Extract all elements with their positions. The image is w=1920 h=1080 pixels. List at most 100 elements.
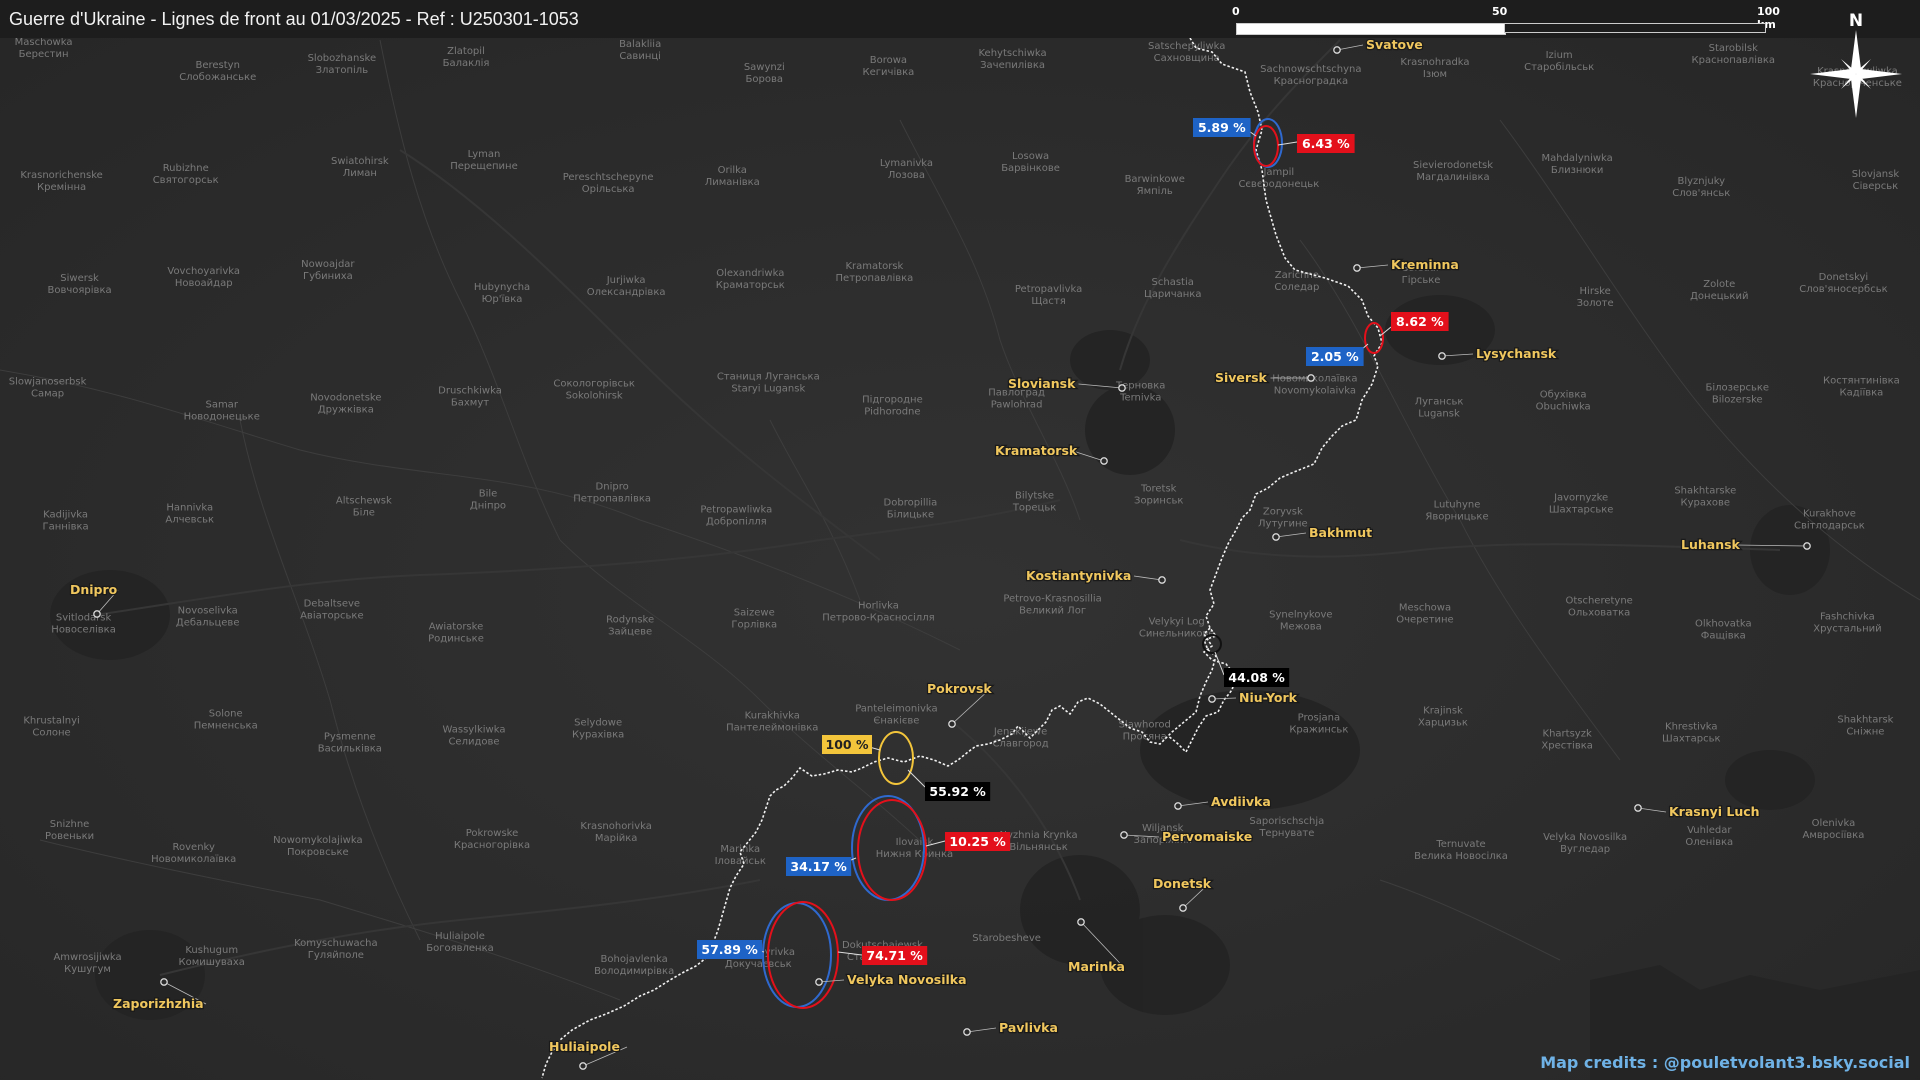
basemap-label: Barwinkowe <box>1125 174 1185 185</box>
basemap-label: Красногорівка <box>454 839 530 851</box>
basemap-label: Шахтарськ <box>1662 734 1720 745</box>
basemap-label: Оленівка <box>1685 836 1733 848</box>
basemap-label: Кадіївка <box>1840 386 1884 398</box>
percent-badge-blue: 2.05 % <box>1306 347 1364 366</box>
basemap-label: Кушугум <box>64 964 111 975</box>
basemap-label: Balakliia <box>619 39 661 50</box>
map-canvas[interactable]: MaschowkaБерестин BerestynСлобожанське Slo… <box>0 0 1920 1080</box>
basemap-label: Krasnorichenske <box>20 170 102 181</box>
basemap-label: Otscheretyne <box>1565 596 1632 607</box>
city-label: Donetsk <box>1153 876 1212 891</box>
basemap-label: Обухівка <box>1540 388 1587 400</box>
basemap-label: Staryi Lugansk <box>731 383 805 394</box>
basemap-label: Slowjanoserbsk <box>9 376 87 387</box>
basemap-label: Velykyi Log <box>1149 617 1205 628</box>
basemap-label: Wassylkiwka <box>443 725 506 736</box>
basemap-label: Kadijivka <box>43 509 88 520</box>
city-marker <box>815 978 823 986</box>
percent-badge-red: 8.62 % <box>1391 312 1449 331</box>
basemap-label: Hannivka <box>166 502 213 513</box>
basemap-label: Алчевськ <box>165 514 214 525</box>
basemap-label: Horlivka <box>858 601 899 612</box>
map-title: Guerre d'Ukraine - Lignes de front au 01… <box>9 9 579 29</box>
city-label: Huliaipole <box>549 1039 620 1054</box>
city-marker <box>1634 804 1642 812</box>
basemap-label: Pysmenne <box>324 732 376 743</box>
basemap-label: Novodonetske <box>310 392 381 403</box>
basemap-label: Магдалинівка <box>1416 171 1489 183</box>
basemap-label: Khrustalnyi <box>23 716 79 727</box>
basemap-label: Bile <box>479 488 498 499</box>
city-label: Pokrovsk <box>927 681 992 696</box>
basemap-label: Sawynzi <box>744 62 785 73</box>
percent-badge-text: 2.05 % <box>1311 349 1359 364</box>
basemap-label: Starobilsk <box>1709 43 1759 54</box>
basemap-label: Rubizhne <box>163 163 209 174</box>
city-marker <box>1333 46 1341 54</box>
basemap-label: Перещепине <box>450 161 517 172</box>
basemap-label: Савинці <box>619 50 661 62</box>
basemap-label: Костянтинівка <box>1823 374 1900 386</box>
basemap-label: Kurakhove <box>1803 508 1856 519</box>
percent-badge-blue: 5.89 % <box>1193 118 1251 137</box>
basemap-label: Яворницьке <box>1425 511 1488 522</box>
basemap-label: Ternivka <box>1119 392 1161 403</box>
basemap-label: Meschowa <box>1399 603 1451 614</box>
city-label: Kramatorsk <box>995 443 1078 458</box>
basemap-label: Докучаєвськ <box>725 959 792 970</box>
basemap-label: Bohojavlenka <box>601 954 668 965</box>
basemap-label: Saporischschja <box>1249 816 1324 827</box>
map-credits: Map credits : @pouletvolant3.bsky.social <box>1540 1053 1910 1072</box>
basemap-label: Великий Лог <box>1019 606 1086 617</box>
percent-badge-yellow: 100 % <box>822 735 872 754</box>
basemap-label: Shakhtarske <box>1674 485 1736 496</box>
city-label: Velyka Novosilka <box>847 972 967 987</box>
basemap-label: Сахновщина <box>1154 53 1220 64</box>
basemap-label: Хрустальний <box>1813 624 1881 635</box>
basemap-label: Соледар <box>1274 282 1319 293</box>
basemap-label: Izium <box>1546 50 1573 61</box>
basemap-label: Тернувате <box>1258 828 1314 839</box>
basemap-label: Бахмут <box>451 397 489 408</box>
basemap-label: Межова <box>1280 622 1322 633</box>
city-marker <box>1179 904 1187 912</box>
basemap-label: Зайцеве <box>608 627 652 638</box>
basemap-label: Debaltseve <box>304 599 360 610</box>
basemap-label: Satschepyliwka <box>1148 41 1225 52</box>
basemap-label: Olexandriwka <box>716 268 784 279</box>
basemap-label: Вільнянськ <box>1009 841 1067 853</box>
basemap-label: Щастя <box>1031 296 1065 307</box>
basemap-label: Берестин <box>19 49 69 60</box>
basemap-label: Selydowe <box>574 718 622 729</box>
basemap-label: Druschkiwka <box>438 385 502 396</box>
basemap-label: Новоселівка <box>51 624 116 636</box>
basemap-label: Novomykolaivka <box>1274 385 1356 396</box>
basemap-label: Shakhtarsk <box>1837 715 1893 726</box>
basemap-label: Javornyzke <box>1553 492 1608 503</box>
basemap-label: Lutuhyne <box>1434 499 1481 510</box>
basemap-label: Зоринськ <box>1134 495 1183 506</box>
basemap-label: Snizhne <box>50 819 90 830</box>
basemap-label: Велика Новосілка <box>1414 850 1508 862</box>
basemap-label: Володимирівка <box>594 965 674 977</box>
basemap-label: Новодонецьке <box>184 411 260 422</box>
city-label: Pavlivka <box>999 1020 1058 1035</box>
basemap-label: Вугледар <box>1560 844 1610 855</box>
basemap-label: Зачепилівка <box>980 59 1045 71</box>
basemap-label: Курахівка <box>572 729 624 741</box>
basemap-label: Petrovo-Krasnosillia <box>1003 594 1102 605</box>
basemap-label: Єнакієве <box>873 715 919 727</box>
city-label: Bakhmut <box>1309 525 1372 540</box>
basemap-label: Huliaipole <box>435 931 485 942</box>
percent-badge-black: 55.92 % <box>925 782 991 801</box>
basemap-label: Близнюки <box>1551 165 1604 176</box>
basemap-label: Blyznjuky <box>1677 176 1725 187</box>
basemap-label: Кремінна <box>37 181 86 193</box>
basemap-label: Krasnohorivka <box>580 821 651 832</box>
basemap-label: Світлодарськ <box>1794 519 1865 531</box>
city-marker <box>963 1028 971 1036</box>
basemap-label: Krajinsk <box>1423 706 1463 717</box>
basemap-label: Слов'яносербськ <box>1799 284 1887 295</box>
basemap-label: Борова <box>746 74 783 85</box>
basemap-label: Nowoajdar <box>301 259 355 270</box>
